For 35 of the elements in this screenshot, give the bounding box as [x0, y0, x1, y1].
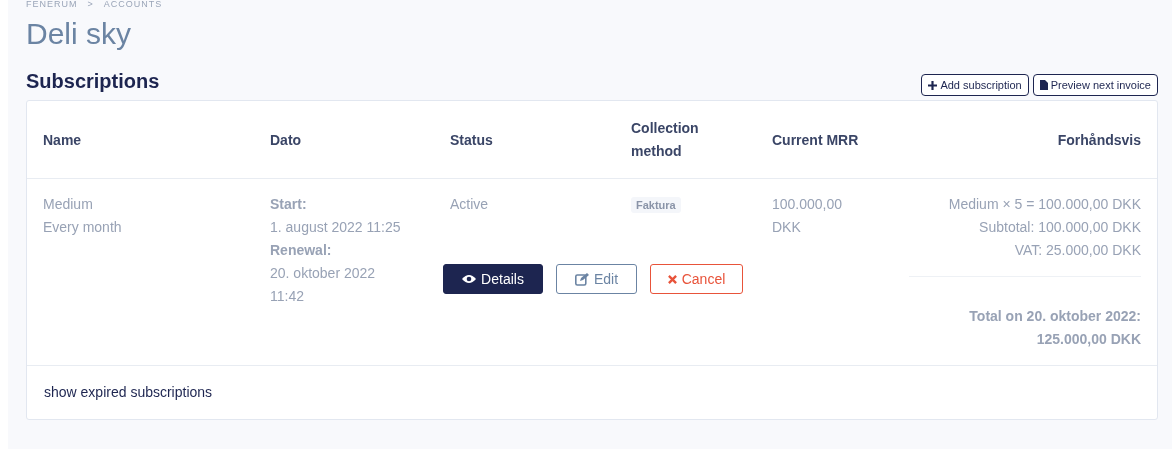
start-label: Start:	[270, 195, 308, 214]
column-header: Status	[450, 130, 494, 150]
plan-name: Medium	[43, 195, 94, 214]
section-title: Subscriptions	[26, 70, 160, 92]
renewal-date: 20. oktober 2022 11:42	[270, 264, 377, 306]
breadcrumb-item[interactable]: >	[87, 0, 94, 8]
column-header: Current MRR	[772, 130, 860, 150]
column-header: Forhåndsvis	[1056, 130, 1141, 150]
mrr-amount: 100.000,00 DKK	[772, 195, 844, 237]
preview-line: Medium × 5 = 100.000,00 DKK	[947, 195, 1141, 214]
edit-button[interactable]: Edit	[556, 264, 637, 294]
details-button[interactable]: Details	[443, 264, 543, 294]
plus-icon	[928, 80, 938, 90]
collection-tag: Faktura	[631, 197, 681, 213]
add-button[interactable]: Add subscription	[921, 74, 1029, 96]
start-date: 1. august 2022 11:25	[270, 218, 402, 237]
column-header: Collection method	[631, 119, 700, 161]
eye-icon	[462, 274, 477, 284]
status-text: Active	[450, 196, 489, 212]
column-header: Name	[43, 130, 83, 150]
edit-icon	[574, 272, 589, 286]
column-header: Dato	[270, 130, 303, 150]
breadcrumb-item[interactable]: FENERUM	[26, 0, 78, 8]
invoice-total: Total on 20. oktober 2022: 125.000,00 DKK	[968, 307, 1141, 349]
preview-line: Subtotal: 100.000,00 DKK	[978, 218, 1141, 237]
breadcrumb-item[interactable]: ACCOUNTS	[103, 0, 163, 8]
renewal-label: Renewal:	[270, 241, 333, 260]
expired-toggle-link[interactable]: show expired subscriptions	[44, 384, 213, 400]
close-icon	[667, 274, 677, 284]
plan-interval: Every month	[43, 218, 123, 237]
cancel-button[interactable]: Cancel	[650, 264, 743, 294]
document-icon	[1039, 80, 1048, 90]
preview-line: VAT: 25.000,00 DKK	[1013, 241, 1141, 260]
page-title: Deli sky	[26, 16, 132, 52]
preview-button[interactable]: Preview next invoice	[1032, 74, 1158, 96]
